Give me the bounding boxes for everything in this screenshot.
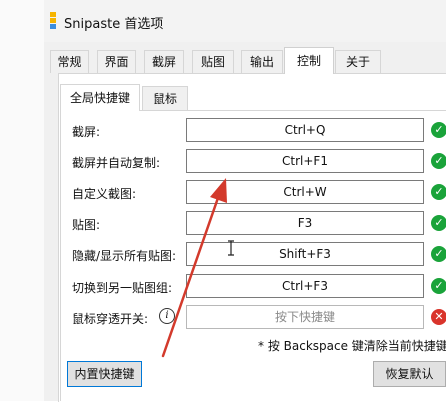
- annotation-arrow: [161, 178, 227, 358]
- text-cursor-icon: [228, 240, 234, 256]
